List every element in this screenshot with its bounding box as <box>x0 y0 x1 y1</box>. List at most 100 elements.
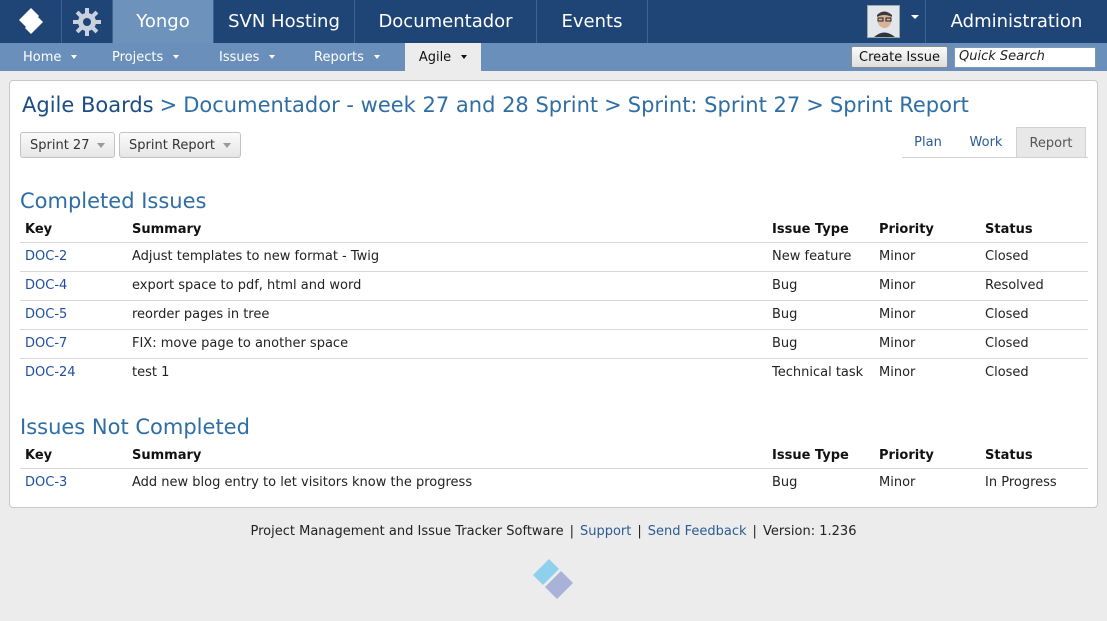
yongo-logo-icon[interactable] <box>0 0 62 43</box>
issue-summary: Adjust templates to new format - Twig <box>127 242 767 272</box>
footer-logo-icon <box>531 557 577 603</box>
column-header-priority[interactable]: Priority <box>874 217 980 243</box>
issue-key-link[interactable]: DOC-7 <box>25 336 67 351</box>
sprint-select-value: Sprint 27 <box>30 137 90 153</box>
tab-divider <box>902 157 1088 158</box>
menu-agile-label: Agile <box>418 49 452 65</box>
issue-type: Bug <box>767 271 874 301</box>
menu-issues-label: Issues <box>219 49 260 65</box>
chevron-down-icon <box>461 55 468 59</box>
avatar[interactable] <box>867 5 900 38</box>
menu-issues[interactable]: Issues <box>219 43 276 71</box>
footer: Project Management and Issue Tracker Sof… <box>0 524 1107 539</box>
send-feedback-link[interactable]: Send Feedback <box>648 524 747 539</box>
column-header-issue-type[interactable]: Issue Type <box>767 217 874 243</box>
chevron-down-icon <box>71 55 78 59</box>
issue-type: Bug <box>767 329 874 359</box>
issue-status: Closed <box>980 300 1088 330</box>
table-header-row: Key Summary Issue Type Priority Status <box>20 217 1088 243</box>
chevron-down-icon[interactable] <box>911 15 919 19</box>
table-row: DOC-24 test 1 Technical task Minor Close… <box>20 358 1088 387</box>
issues-not-completed-heading: Issues Not Completed <box>20 415 250 439</box>
issue-key-link[interactable]: DOC-4 <box>25 278 67 293</box>
issue-priority: Minor <box>874 300 980 330</box>
report-select[interactable]: Sprint Report <box>119 132 241 158</box>
issue-priority: Minor <box>874 242 980 272</box>
support-link[interactable]: Support <box>580 524 631 539</box>
issue-status: Closed <box>985 365 1029 381</box>
breadcrumb-board[interactable]: Documentador - week 27 and 28 Sprint <box>183 93 598 117</box>
issue-type: Bug <box>772 475 798 491</box>
issue-summary: Add new blog entry to let visitors know … <box>132 475 473 491</box>
issue-summary: test 1 <box>132 365 170 381</box>
nav-svn-hosting[interactable]: SVN Hosting <box>214 0 355 43</box>
chevron-down-icon <box>373 55 380 59</box>
menu-agile[interactable]: Agile <box>405 43 481 71</box>
tab-report[interactable]: Report <box>1016 127 1086 158</box>
tab-work[interactable]: Work <box>958 127 1014 158</box>
table-row: DOC-7 FIX: move page to another space Bu… <box>20 329 1088 359</box>
breadcrumb-agile-boards[interactable]: Agile Boards <box>22 93 154 117</box>
report-select-value: Sprint Report <box>129 137 216 153</box>
issue-key-link[interactable]: DOC-2 <box>25 249 67 264</box>
footer-separator: | <box>752 524 757 539</box>
column-header-priority[interactable]: Priority <box>874 443 980 469</box>
menu-projects[interactable]: Projects <box>112 43 180 71</box>
breadcrumb: Agile Boards > Documentador - week 27 and … <box>22 93 969 117</box>
issue-summary: export space to pdf, html and word <box>127 271 767 301</box>
column-header-key[interactable]: Key <box>20 443 127 469</box>
issue-key-link[interactable]: DOC-24 <box>25 365 76 380</box>
table-row: DOC-2 Adjust templates to new format - T… <box>20 242 1088 272</box>
menu-home-label: Home <box>23 49 62 65</box>
breadcrumb-separator: > <box>159 93 178 117</box>
issue-type: Bug <box>767 300 874 330</box>
menu-home[interactable]: Home <box>23 43 78 71</box>
table-row: DOC-4 export space to pdf, html and word… <box>20 271 1088 301</box>
not-completed-issues-table: Key Summary Issue Type Priority Status D… <box>20 443 1088 497</box>
version-label: Version: 1.236 <box>762 524 857 539</box>
issue-key-link[interactable]: DOC-3 <box>25 475 67 490</box>
column-header-summary[interactable]: Summary <box>127 217 767 243</box>
menu-reports[interactable]: Reports <box>314 43 380 71</box>
nav-documentador[interactable]: Documentador <box>355 0 537 43</box>
tab-plan[interactable]: Plan <box>902 127 954 158</box>
issue-priority: Minor <box>874 271 980 301</box>
issue-status: Closed <box>980 329 1088 359</box>
quick-search-input[interactable]: Quick Search <box>954 47 1096 68</box>
sprint-select[interactable]: Sprint 27 <box>20 132 115 158</box>
footer-separator: | <box>637 524 642 539</box>
nav-events[interactable]: Events <box>537 0 648 43</box>
chevron-down-icon <box>173 55 180 59</box>
column-header-key[interactable]: Key <box>20 217 127 243</box>
breadcrumb-separator: > <box>806 93 824 117</box>
table-row: DOC-5 reorder pages in tree Bug Minor Cl… <box>20 300 1088 330</box>
column-header-summary[interactable]: Summary <box>127 443 767 469</box>
issue-summary: reorder pages in tree <box>127 300 767 330</box>
completed-issues-heading: Completed Issues <box>20 189 207 213</box>
menu-projects-label: Projects <box>112 49 164 65</box>
nav-administration[interactable]: Administration <box>926 0 1107 43</box>
issue-status: Closed <box>980 242 1088 272</box>
create-issue-button[interactable]: Create Issue <box>851 46 948 68</box>
completed-issues-table: Key Summary Issue Type Priority Status D… <box>20 217 1088 387</box>
issue-key-link[interactable]: DOC-5 <box>25 307 67 322</box>
issue-type: New feature <box>767 242 874 272</box>
issue-priority: Minor <box>879 475 916 491</box>
chevron-down-icon <box>269 55 276 59</box>
column-header-issue-type[interactable]: Issue Type <box>767 443 874 469</box>
table-row: DOC-3 Add new blog entry to let visitors… <box>20 468 1088 497</box>
nav-yongo[interactable]: Yongo <box>113 0 214 43</box>
user-menu[interactable] <box>867 0 926 43</box>
column-header-status[interactable]: Status <box>980 217 1088 243</box>
chevron-down-icon <box>97 142 106 148</box>
issue-status: Resolved <box>980 271 1088 301</box>
breadcrumb-page: Sprint Report <box>829 93 969 117</box>
menu-reports-label: Reports <box>314 49 364 65</box>
breadcrumb-sprint[interactable]: Sprint: Sprint 27 <box>628 93 801 117</box>
column-header-status[interactable]: Status <box>980 443 1088 469</box>
breadcrumb-separator: > <box>604 93 622 117</box>
issue-priority: Minor <box>874 329 980 359</box>
issue-priority: Minor <box>879 365 916 381</box>
gear-icon[interactable] <box>62 0 113 43</box>
